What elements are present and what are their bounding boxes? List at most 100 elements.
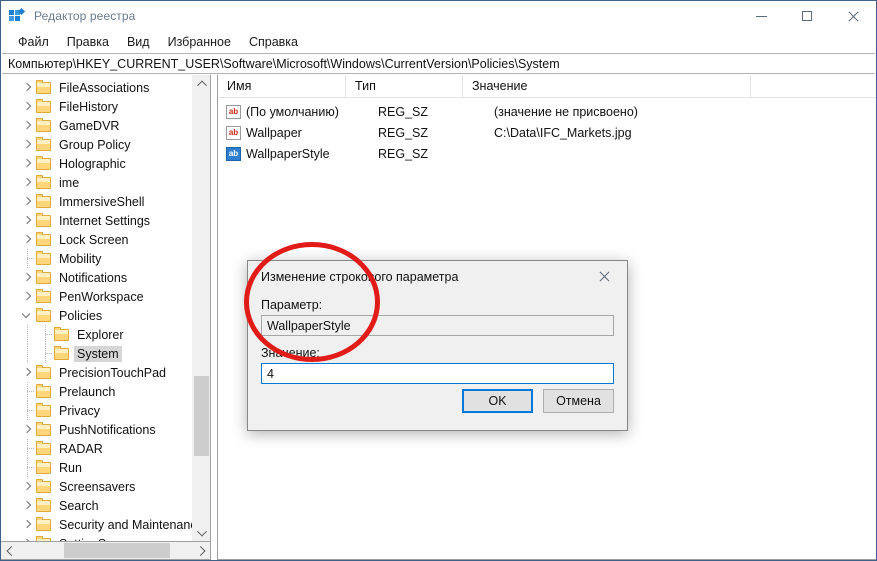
column-header-type[interactable]: Тип <box>346 75 463 97</box>
chevron-right-icon[interactable] <box>19 97 36 116</box>
tree-hscroll-thumb[interactable] <box>64 543 170 558</box>
chevron-right-icon[interactable] <box>19 515 36 534</box>
scroll-up-button[interactable] <box>193 75 210 92</box>
tree-item-settingsync[interactable]: SettingSync <box>1 534 192 541</box>
column-header-name[interactable]: Имя <box>218 75 346 97</box>
minimize-button[interactable] <box>738 1 784 31</box>
column-header-value[interactable]: Значение <box>463 75 751 97</box>
value-type-cell: REG_SZ <box>378 125 429 140</box>
scroll-down-button[interactable] <box>193 524 210 541</box>
value-data-field[interactable]: 4 <box>261 363 614 384</box>
tree-item-mobility[interactable]: Mobility <box>1 249 192 268</box>
table-row[interactable]: ab WallpaperStyle REG_SZ <box>218 143 876 164</box>
tree-horizontal-scrollbar[interactable] <box>1 542 211 560</box>
tree-item-label: Explorer <box>77 327 124 342</box>
chevron-down-icon[interactable] <box>19 306 36 325</box>
chevron-right-icon[interactable] <box>19 173 36 192</box>
scroll-right-button[interactable] <box>193 542 210 559</box>
tree-item-privacy[interactable]: Privacy <box>1 401 192 420</box>
chevron-right-icon <box>195 545 206 556</box>
window-title: Редактор реестра <box>34 9 136 23</box>
table-row[interactable]: ab (По умолчанию) REG_SZ (значение не присв… <box>218 101 876 122</box>
tree-item-label: Group Policy <box>59 137 131 152</box>
address-bar[interactable]: Компьютер\HKEY_CURRENT_USER\Software\Mic… <box>2 53 875 74</box>
tree-item-ime[interactable]: ime <box>1 173 192 192</box>
tree-item-precisiontouchpad[interactable]: PrecisionTouchPad <box>1 363 192 382</box>
tree-item-label: Screensavers <box>59 479 136 494</box>
chevron-right-icon[interactable] <box>19 420 36 439</box>
registry-tree[interactable]: FileAssociations FileHistory GameDVR Group … <box>1 75 192 541</box>
folder-icon <box>36 174 51 189</box>
chevron-right-icon[interactable] <box>19 363 36 382</box>
tree-vertical-scrollbar[interactable] <box>192 75 210 541</box>
tree-item-notifications[interactable]: Notifications <box>1 268 192 287</box>
close-icon <box>599 271 610 282</box>
tree-item-filehistory[interactable]: FileHistory <box>1 97 192 116</box>
close-button[interactable] <box>830 1 876 31</box>
menu-item-view[interactable]: Вид <box>118 33 159 51</box>
chevron-right-icon[interactable] <box>19 78 36 97</box>
table-row[interactable]: ab Wallpaper REG_SZ C:\Data\IFC_Markets.jpg <box>218 122 876 143</box>
scroll-left-button[interactable] <box>1 542 18 559</box>
menu-item-help[interactable]: Справка <box>240 33 307 51</box>
tree-item-radar[interactable]: RADAR <box>1 439 192 458</box>
cancel-button[interactable]: Отмена <box>543 389 614 413</box>
chevron-right-icon[interactable] <box>19 268 36 287</box>
folder-icon <box>36 288 51 303</box>
folder-icon <box>36 364 51 379</box>
maximize-button[interactable] <box>784 1 830 31</box>
chevron-right-icon[interactable] <box>19 135 36 154</box>
tree-item-immersiveshell[interactable]: ImmersiveShell <box>1 192 192 211</box>
close-icon <box>848 11 859 22</box>
tree-item-label: Prelaunch <box>59 384 116 399</box>
chevron-right-icon[interactable] <box>19 116 36 135</box>
chevron-right-icon[interactable] <box>19 534 36 541</box>
tree-indent <box>1 325 37 344</box>
tree-hscroll-track[interactable] <box>18 542 193 559</box>
chevron-right-icon[interactable] <box>19 211 36 230</box>
tree-item-gamedvr[interactable]: GameDVR <box>1 116 192 135</box>
string-value-icon: ab <box>226 125 241 140</box>
tree-item-screensavers[interactable]: Screensavers <box>1 477 192 496</box>
tree-item-holographic[interactable]: Holographic <box>1 154 192 173</box>
chevron-right-icon[interactable] <box>19 230 36 249</box>
folder-icon <box>36 136 51 151</box>
tree-item-policies[interactable]: Policies <box>1 306 192 325</box>
menu-item-file[interactable]: Файл <box>9 33 58 51</box>
chevron-right-icon[interactable] <box>19 287 36 306</box>
chevron-right-icon[interactable] <box>19 477 36 496</box>
tree-item-internet-settings[interactable]: Internet Settings <box>1 211 192 230</box>
chevron-right-icon[interactable] <box>19 154 36 173</box>
folder-icon <box>36 535 51 541</box>
dialog-body: Параметр: WallpaperStyle Значение: 4 OK … <box>248 292 627 430</box>
menu-item-favorites[interactable]: Избранное <box>159 33 240 51</box>
menu-item-edit[interactable]: Правка <box>58 33 118 51</box>
tree-scroll-track[interactable] <box>193 92 210 524</box>
ok-button[interactable]: OK <box>462 389 533 413</box>
tree-item-run[interactable]: Run <box>1 458 192 477</box>
tree-connector-icon <box>19 382 36 401</box>
registry-grid-icon <box>9 7 26 24</box>
tree-item-penworkspace[interactable]: PenWorkspace <box>1 287 192 306</box>
tree-item-explorer[interactable]: Explorer <box>1 325 192 344</box>
tree-item-search[interactable]: Search <box>1 496 192 515</box>
tree-item-pushnotifications[interactable]: PushNotifications <box>1 420 192 439</box>
tree-scroll-thumb[interactable] <box>194 376 209 456</box>
value-data-cell: (значение не присвоено) <box>494 104 638 119</box>
chevron-right-icon[interactable] <box>19 496 36 515</box>
tree-item-group-policy[interactable]: Group Policy <box>1 135 192 154</box>
menu-bar: Файл Правка Вид Избранное Справка <box>1 31 876 53</box>
tree-item-prelaunch[interactable]: Prelaunch <box>1 382 192 401</box>
tree-item-system[interactable]: System <box>1 344 192 363</box>
tree-item-security-and-maintenance[interactable]: Security and Maintenance <box>1 515 192 534</box>
dialog-close-button[interactable] <box>582 261 627 291</box>
tree-item-fileassociations[interactable]: FileAssociations <box>1 78 192 97</box>
chevron-right-icon[interactable] <box>19 192 36 211</box>
tree-item-lock-screen[interactable]: Lock Screen <box>1 230 192 249</box>
